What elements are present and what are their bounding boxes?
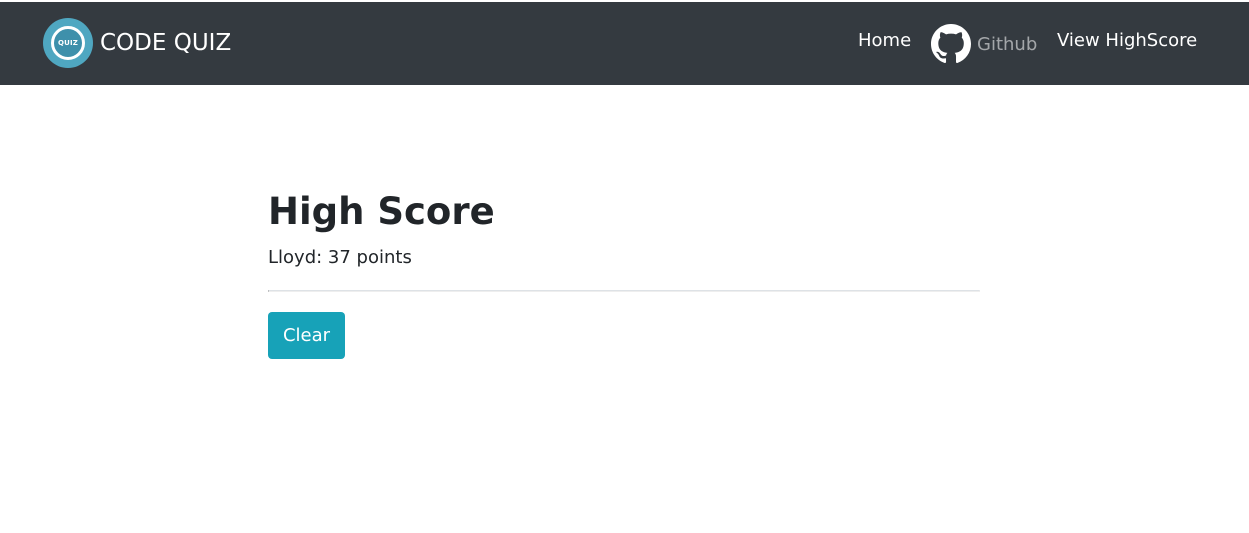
quiz-logo-icon: QUIZ: [43, 18, 93, 68]
score-entry: Lloyd: 37 points: [268, 247, 412, 268]
github-icon: [931, 24, 971, 64]
nav-view-highscore-link[interactable]: View HighScore: [1057, 32, 1197, 50]
top-navbar: QUIZ CODE QUIZ Home Github View HighScor…: [0, 0, 1249, 85]
highscore-container: High Score Lloyd: 37 points Clear: [268, 190, 980, 359]
divider: [268, 290, 980, 292]
nav-github-link[interactable]: Github: [931, 24, 1037, 64]
brand-title: CODE QUIZ: [100, 29, 232, 56]
github-label: Github: [977, 34, 1038, 55]
clear-button[interactable]: Clear: [268, 312, 345, 359]
logo-ring: QUIZ: [51, 26, 85, 60]
logo-text: QUIZ: [57, 39, 79, 47]
nav-home-link[interactable]: Home: [858, 32, 911, 50]
score-list: Lloyd: 37 points: [268, 247, 980, 269]
brand-link[interactable]: QUIZ CODE QUIZ: [43, 18, 231, 68]
page-title: High Score: [268, 190, 495, 233]
